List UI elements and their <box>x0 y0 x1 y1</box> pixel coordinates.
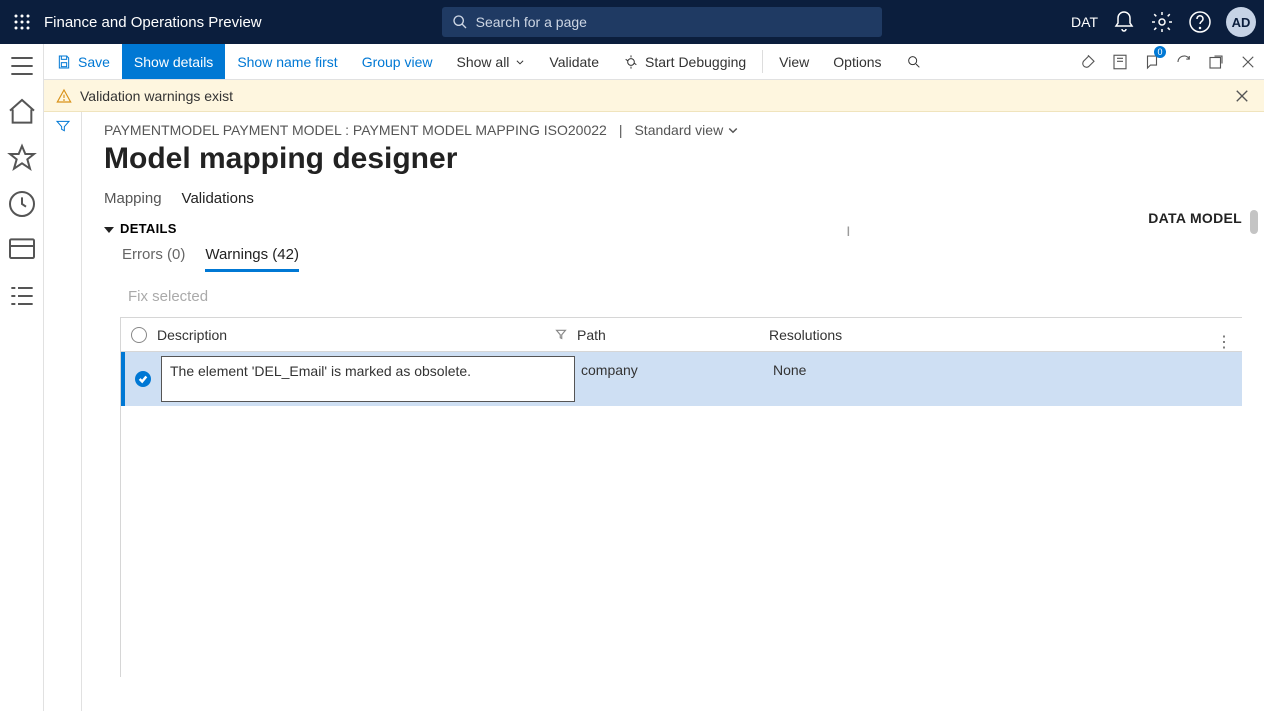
global-search-input[interactable]: Search for a page <box>442 7 882 37</box>
group-view-button[interactable]: Group view <box>350 44 445 79</box>
banner-text: Validation warnings exist <box>80 88 233 104</box>
warnings-table: Description Path Resolutions ⋮ <box>120 317 1242 677</box>
banner-close-button[interactable] <box>1232 86 1252 106</box>
debug-icon <box>623 54 639 70</box>
close-icon[interactable] <box>1232 44 1264 79</box>
collapse-icon <box>104 224 114 234</box>
messages-badge: 0 <box>1154 46 1166 58</box>
modules-icon[interactable] <box>6 280 38 312</box>
refresh-icon[interactable] <box>1168 44 1200 79</box>
data-model-heading: DATA MODEL <box>1148 210 1242 226</box>
messages-icon[interactable]: 0 <box>1136 44 1168 79</box>
office-icon[interactable] <box>1104 44 1136 79</box>
fix-selected-button[interactable]: Fix selected <box>128 288 1242 305</box>
save-icon <box>56 54 72 70</box>
more-icon[interactable]: ⋮ <box>1216 335 1232 351</box>
details-header[interactable]: DETAILS <box>104 221 1242 236</box>
action-toolbar: Save Show details Show name first Group … <box>44 44 1264 80</box>
top-right-cluster: DAT AD <box>1071 7 1256 37</box>
table-row[interactable]: The element 'DEL_Email' is marked as obs… <box>121 352 1242 406</box>
filter-icon[interactable] <box>55 118 71 134</box>
search-icon <box>452 14 468 30</box>
top-app-bar: Finance and Operations Preview Search fo… <box>0 0 1264 44</box>
favorites-icon[interactable] <box>6 142 38 174</box>
save-button[interactable]: Save <box>44 44 122 79</box>
filter-column <box>44 112 82 711</box>
start-debugging-button[interactable]: Start Debugging <box>611 44 758 79</box>
app-launcher-icon[interactable] <box>8 8 36 36</box>
chevron-down-icon <box>727 124 739 136</box>
search-placeholder: Search for a page <box>476 14 587 30</box>
col-path[interactable]: Path <box>577 327 606 343</box>
hamburger-icon[interactable] <box>6 50 38 82</box>
left-rail <box>0 44 44 711</box>
scrollbar-thumb[interactable] <box>1250 210 1258 234</box>
notifications-icon[interactable] <box>1112 10 1136 34</box>
attachments-icon[interactable] <box>1072 44 1104 79</box>
chevron-down-icon <box>515 57 525 67</box>
settings-icon[interactable] <box>1150 10 1174 34</box>
user-avatar[interactable]: AD <box>1226 7 1256 37</box>
tab-validations[interactable]: Validations <box>182 190 254 207</box>
col-description[interactable]: Description <box>157 327 227 343</box>
primary-tabs: Mapping Validations <box>104 190 1242 207</box>
workspaces-icon[interactable] <box>6 234 38 266</box>
company-code[interactable]: DAT <box>1071 14 1098 30</box>
home-icon[interactable] <box>6 96 38 128</box>
warning-icon <box>56 88 72 104</box>
col-resolutions[interactable]: Resolutions <box>769 327 842 343</box>
view-selector[interactable]: Standard view <box>634 122 739 138</box>
show-all-button[interactable]: Show all <box>445 44 538 79</box>
toolbar-divider <box>762 50 763 73</box>
view-button[interactable]: View <box>767 44 821 79</box>
table-header: Description Path Resolutions ⋮ <box>121 318 1242 352</box>
show-details-button[interactable]: Show details <box>122 44 225 79</box>
app-name: Finance and Operations Preview <box>44 14 262 31</box>
cell-description[interactable]: The element 'DEL_Email' is marked as obs… <box>161 356 575 402</box>
help-icon[interactable] <box>1188 10 1212 34</box>
warning-banner: Validation warnings exist <box>44 80 1264 112</box>
tab-errors[interactable]: Errors (0) <box>122 246 185 272</box>
page-title: Model mapping designer <box>104 142 1242 176</box>
select-all-column[interactable] <box>121 327 157 343</box>
breadcrumb-path: PAYMENTMODEL PAYMENT MODEL : PAYMENT MOD… <box>104 122 607 138</box>
recent-icon[interactable] <box>6 188 38 220</box>
splitter-handle[interactable]: || <box>847 226 848 237</box>
cell-path: company <box>581 352 773 406</box>
breadcrumb: PAYMENTMODEL PAYMENT MODEL : PAYMENT MOD… <box>104 122 1242 138</box>
validate-button[interactable]: Validate <box>537 44 611 79</box>
show-name-first-button[interactable]: Show name first <box>225 44 349 79</box>
options-button[interactable]: Options <box>821 44 893 79</box>
search-icon <box>906 54 922 70</box>
column-filter-icon[interactable] <box>555 327 567 343</box>
toolbar-search-button[interactable] <box>894 44 934 79</box>
row-checkbox[interactable] <box>135 371 151 387</box>
tab-mapping[interactable]: Mapping <box>104 190 162 207</box>
popout-icon[interactable] <box>1200 44 1232 79</box>
cell-resolutions: None <box>773 352 1242 406</box>
tab-warnings[interactable]: Warnings (42) <box>205 246 299 272</box>
details-tabs: Errors (0) Warnings (42) <box>122 246 1242 272</box>
